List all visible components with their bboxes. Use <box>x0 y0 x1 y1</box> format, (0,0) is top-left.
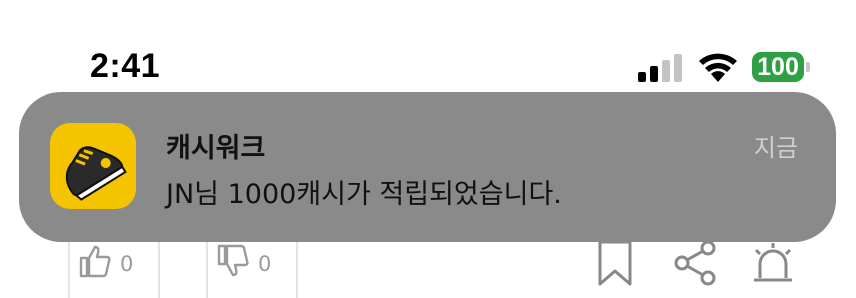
battery-indicator: 100 <box>752 52 804 82</box>
thumbs-up-icon <box>79 245 111 278</box>
status-bar: 2:41 100 <box>0 0 856 90</box>
notification-app-name: 캐시워크 <box>166 133 266 164</box>
sneaker-icon <box>65 146 127 201</box>
share-icon[interactable] <box>672 238 718 288</box>
push-notification-banner[interactable]: 캐시워크 JN님 1000캐시가 적립되었습니다. 지금 <box>19 92 836 242</box>
dislike-count: 0 <box>258 252 272 276</box>
like-count: 0 <box>120 252 134 276</box>
alarm-icon[interactable] <box>748 238 798 288</box>
wifi-icon <box>699 53 737 82</box>
status-time: 2:41 <box>90 47 161 85</box>
battery-cap <box>806 62 810 72</box>
bookmark-icon[interactable] <box>596 238 634 288</box>
thumbs-down-icon <box>217 244 249 277</box>
notification-time: 지금 <box>753 134 798 162</box>
cellular-signal-icon <box>638 54 682 82</box>
cashwalk-app-icon <box>50 123 136 209</box>
notification-message: JN님 1000캐시가 적립되었습니다. <box>166 179 562 210</box>
